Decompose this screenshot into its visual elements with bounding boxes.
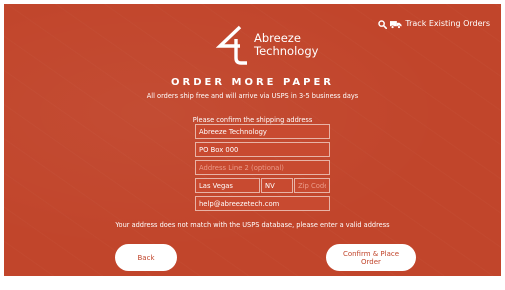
back-button[interactable]: Back <box>115 244 177 271</box>
confirm-place-order-button[interactable]: Confirm & Place Order <box>326 244 416 271</box>
city-input[interactable] <box>195 178 260 193</box>
address-line2-input[interactable] <box>195 160 330 175</box>
app-frame: Track Existing Orders Abreeze Technology… <box>4 4 501 276</box>
company-name-input[interactable] <box>195 124 330 139</box>
track-orders-link[interactable]: Track Existing Orders <box>378 19 490 29</box>
address-line1-input[interactable] <box>195 142 330 157</box>
track-orders-label: Track Existing Orders <box>405 19 490 28</box>
search-icon <box>378 19 388 29</box>
abreeze-logo-mark <box>216 25 247 65</box>
logo-text-line2: Technology <box>254 44 319 58</box>
confirm-address-label: Please confirm the shipping address <box>192 116 313 124</box>
page-title: ORDER MORE PAPER <box>171 77 334 88</box>
email-input[interactable] <box>195 196 330 211</box>
state-input[interactable] <box>261 178 293 193</box>
address-error-message: Your address does not match with the USP… <box>115 221 390 229</box>
zip-code-input[interactable] <box>294 178 330 193</box>
shipping-note: All orders ship free and will arrive via… <box>146 92 359 100</box>
truck-icon <box>390 20 402 29</box>
company-logo: Abreeze Technology <box>216 25 326 69</box>
